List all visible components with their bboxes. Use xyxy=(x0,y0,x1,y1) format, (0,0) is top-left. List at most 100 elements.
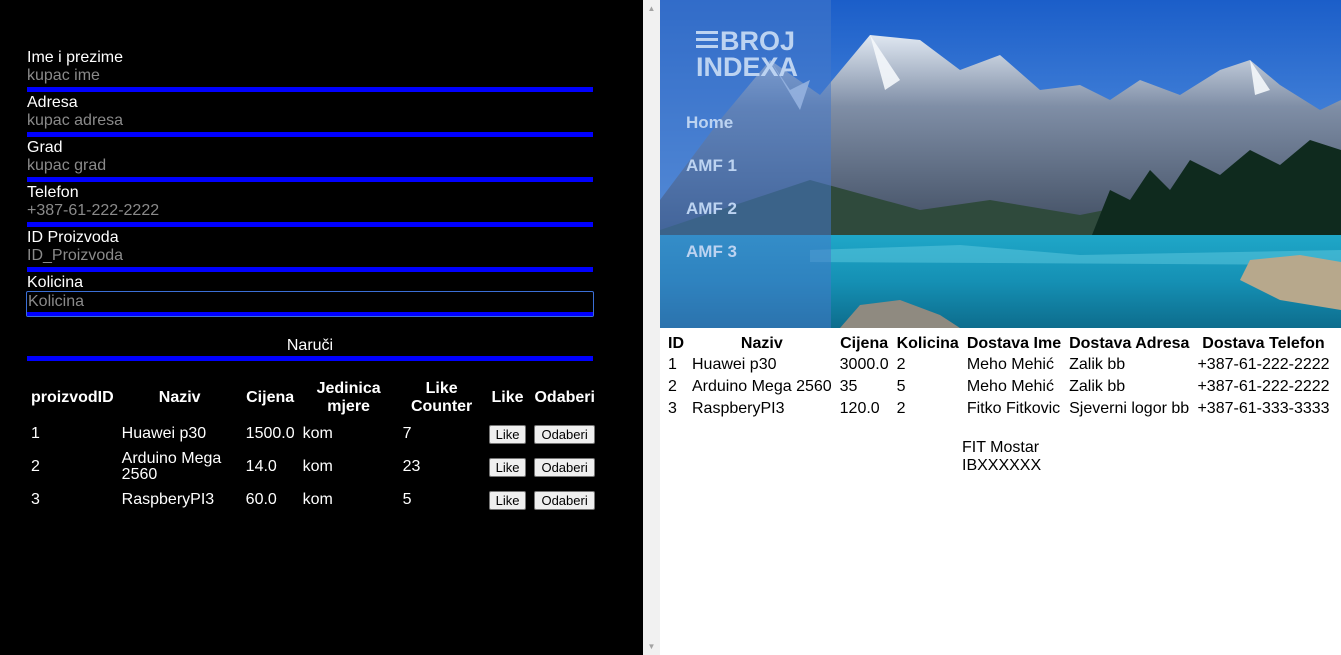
product-name-cell: Arduino Mega 2560 xyxy=(121,450,222,483)
col-header-naziv: Naziv xyxy=(740,335,783,352)
address-underline xyxy=(27,132,593,137)
product-unit-cell: kom xyxy=(302,425,333,442)
product-likes-cell: 5 xyxy=(402,491,412,508)
phone-label: Telefon xyxy=(27,184,79,201)
order-address-cell: Sjeverni logor bb xyxy=(1069,400,1190,417)
product-name-cell: RaspberyPI3 xyxy=(121,491,215,508)
logo[interactable]: BROJ INDEXA xyxy=(696,28,798,81)
order-form-pane: Ime i prezime Adresa Grad Telefon ID Pro… xyxy=(0,0,643,655)
products-table: proizvodID Naziv Cijena Jedinica mjere L… xyxy=(27,378,599,516)
name-input[interactable] xyxy=(27,67,593,85)
city-field: Grad xyxy=(27,139,593,184)
address-label: Adresa xyxy=(27,94,78,111)
col-header-cijena: Cijena xyxy=(246,389,295,406)
col-header-id: ID xyxy=(668,335,684,352)
product-id-cell: 1 xyxy=(31,425,40,442)
order-recipient-cell: Meho Mehić xyxy=(966,356,1054,373)
order-phone-cell: +387-61-333-3333 xyxy=(1197,400,1330,417)
table-row: 1 Huawei p30 1500.0 kom 7 Like Odaberi xyxy=(27,418,599,450)
footer-line1: FIT Mostar xyxy=(962,439,1040,456)
col-header-like: Like xyxy=(491,389,524,406)
nav-item-amf1[interactable]: AMF 1 xyxy=(686,156,737,176)
hamburger-menu-icon[interactable] xyxy=(696,31,720,51)
like-button[interactable]: Like xyxy=(488,457,527,477)
product-price-cell: 60.0 xyxy=(245,491,277,508)
table-row: 3 RaspberyPI3 120.0 2 Fitko Fitkovic Sje… xyxy=(664,398,1334,420)
city-underline xyxy=(27,177,593,182)
scroll-down-arrow-icon[interactable]: ▼ xyxy=(643,638,660,655)
col-header-dostava-telefon: Dostava Telefon xyxy=(1202,335,1325,352)
product-id-field: ID Proizvoda xyxy=(27,229,593,274)
order-quantity-cell: 5 xyxy=(896,378,906,395)
hero-banner: BROJ INDEXA Home AMF 1 AMF 2 AMF 3 xyxy=(660,0,1341,328)
order-price-cell: 35 xyxy=(839,378,858,395)
vertical-scrollbar[interactable]: ▲ ▼ xyxy=(643,0,660,655)
sidebar: BROJ INDEXA Home AMF 1 AMF 2 AMF 3 xyxy=(660,0,831,328)
address-field: Adresa xyxy=(27,94,593,139)
table-row: 2 Arduino Mega 2560 35 5 Meho Mehić Zali… xyxy=(664,376,1334,398)
select-button[interactable]: Odaberi xyxy=(534,424,595,444)
table-row: 3 RaspberyPI3 60.0 kom 5 Like Odaberi xyxy=(27,484,599,516)
col-header-cijena: Cijena xyxy=(840,335,889,352)
name-field: Ime i prezime xyxy=(27,49,593,94)
quantity-underline xyxy=(27,312,593,316)
orders-header-row: ID Naziv Cijena Kolicina Dostava Ime Dos… xyxy=(664,334,1334,354)
name-label: Ime i prezime xyxy=(27,49,124,66)
orders-table: ID Naziv Cijena Kolicina Dostava Ime Dos… xyxy=(664,334,1334,420)
product-likes-cell: 23 xyxy=(402,458,421,475)
quantity-field: Kolicina xyxy=(27,274,593,292)
order-recipient-cell: Meho Mehić xyxy=(966,378,1054,395)
select-button[interactable]: Odaberi xyxy=(534,490,595,510)
select-button[interactable]: Odaberi xyxy=(534,457,595,477)
col-header-proizvodid: proizvodID xyxy=(31,389,114,406)
order-phone-cell: +387-61-222-2222 xyxy=(1197,356,1330,373)
col-header-dostava-adresa: Dostava Adresa xyxy=(1069,335,1190,352)
nav-item-amf3[interactable]: AMF 3 xyxy=(686,242,737,262)
order-address-cell: Zalik bb xyxy=(1069,378,1126,395)
order-name-cell: Huawei p30 xyxy=(692,356,777,373)
order-id-cell: 1 xyxy=(668,356,677,373)
quantity-input[interactable] xyxy=(28,293,588,311)
order-submit-button[interactable]: Naruči xyxy=(27,337,593,362)
order-address-cell: Zalik bb xyxy=(1069,356,1126,373)
product-id-cell: 3 xyxy=(31,491,40,508)
quantity-input-box[interactable] xyxy=(26,291,594,317)
order-phone-cell: +387-61-222-2222 xyxy=(1197,378,1330,395)
order-submit-underline xyxy=(27,356,593,361)
phone-input[interactable] xyxy=(27,202,593,220)
order-name-cell: Arduino Mega 2560 xyxy=(692,378,832,395)
col-header-kolicina: Kolicina xyxy=(896,335,959,352)
product-unit-cell: kom xyxy=(302,491,333,508)
quantity-label: Kolicina xyxy=(27,274,84,291)
product-unit-cell: kom xyxy=(302,458,333,475)
footer-line2: IBXXXXXX xyxy=(962,457,1042,474)
city-input[interactable] xyxy=(27,157,593,175)
name-underline xyxy=(27,87,593,92)
order-quantity-cell: 2 xyxy=(896,400,906,417)
col-header-jedinica: Jedinica mjere xyxy=(316,380,381,415)
nav-item-home[interactable]: Home xyxy=(686,113,733,133)
product-name-cell: Huawei p30 xyxy=(121,425,207,442)
like-button[interactable]: Like xyxy=(488,490,527,510)
col-header-like-counter: Like Counter xyxy=(410,380,473,415)
footer: FIT Mostar IBXXXXXX xyxy=(962,439,1041,475)
phone-field: Telefon xyxy=(27,184,593,229)
col-header-naziv: Naziv xyxy=(158,389,201,406)
table-row: 2 Arduino Mega 2560 14.0 kom 23 Like Oda… xyxy=(27,450,599,484)
order-submit-label: Naruči xyxy=(286,337,334,354)
nav-item-amf2[interactable]: AMF 2 xyxy=(686,199,737,219)
order-recipient-cell: Fitko Fitkovic xyxy=(966,400,1061,417)
product-id-cell: 2 xyxy=(31,458,40,475)
order-price-cell: 120.0 xyxy=(839,400,880,417)
order-price-cell: 3000.0 xyxy=(839,356,889,373)
order-id-cell: 2 xyxy=(668,378,677,395)
product-id-input[interactable] xyxy=(27,247,593,265)
phone-underline xyxy=(27,222,593,227)
orders-pane: BROJ INDEXA Home AMF 1 AMF 2 AMF 3 ID Na… xyxy=(660,0,1341,655)
like-button[interactable]: Like xyxy=(488,424,527,444)
col-header-dostava-ime: Dostava Ime xyxy=(966,335,1062,352)
city-label: Grad xyxy=(27,139,63,156)
address-input[interactable] xyxy=(27,112,593,130)
product-likes-cell: 7 xyxy=(402,425,412,442)
scroll-up-arrow-icon[interactable]: ▲ xyxy=(643,0,660,17)
